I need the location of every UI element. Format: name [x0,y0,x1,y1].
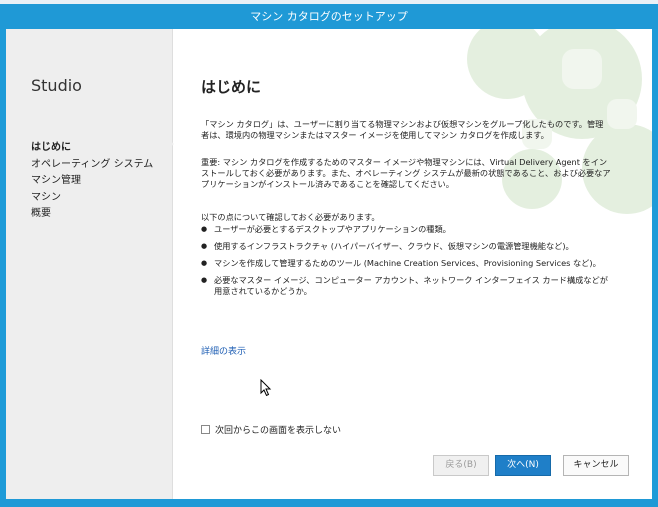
sidebar-title: Studio [31,76,82,95]
window-bottom-border [0,499,658,507]
checklist-item: ユーザーが必要とするデスクトップやアプリケーションの種類。 [201,224,611,235]
active-step-pointer [166,137,174,151]
window-title: マシン カタログのセットアップ [0,4,658,29]
wizard-window: マシン カタログのセットアップ Studio はじめに オペレーティング システ… [0,0,658,507]
dont-show-again-checkbox[interactable] [201,425,210,434]
step-operating-system[interactable]: オペレーティング システム [31,157,153,174]
wizard-sidebar: Studio はじめに オペレーティング システム マシン管理 マシン 概要 [6,29,172,499]
checklist-item: マシンを作成して管理するためのツール (Machine Creation Ser… [201,258,611,269]
checklist-heading: 以下の点について確認しておく必要があります。 [201,212,380,222]
checklist: ユーザーが必要とするデスクトップやアプリケーションの種類。 使用するインフラスト… [201,224,611,303]
dont-show-again-row[interactable]: 次回からこの画面を表示しない [201,423,341,436]
checklist-item: 使用するインフラストラクチャ (ハイパーバイザー、クラウド、仮想マシンの電源管理… [201,241,611,252]
dont-show-again-label[interactable]: 次回からこの画面を表示しない [215,423,341,436]
intro-paragraph: 「マシン カタログ」は、ユーザーに割り当てる物理マシンおよび仮想マシンをグループ… [201,119,604,140]
step-getting-started[interactable]: はじめに [31,140,153,157]
wizard-steps: はじめに オペレーティング システム マシン管理 マシン 概要 [31,140,153,223]
step-summary[interactable]: 概要 [31,206,153,223]
checklist-item: 必要なマスター イメージ、コンピューター アカウント、ネットワーク インターフェ… [201,275,611,297]
mouse-cursor-icon [260,379,272,397]
step-machine-management[interactable]: マシン管理 [31,173,153,190]
step-machines[interactable]: マシン [31,190,153,207]
next-button[interactable]: 次へ(N) [495,455,551,476]
important-paragraph: 重要: マシン カタログを作成するためのマスター イメージや物理マシンには、Vi… [201,157,611,189]
page-title: はじめに [201,78,262,96]
sidebar-divider [172,29,173,499]
back-button[interactable]: 戻る(B) [433,455,489,476]
cancel-button[interactable]: キャンセル [563,455,629,476]
learn-more-link[interactable]: 詳細の表示 [201,344,246,357]
wizard-client-area: Studio はじめに オペレーティング システム マシン管理 マシン 概要 は… [6,29,652,499]
